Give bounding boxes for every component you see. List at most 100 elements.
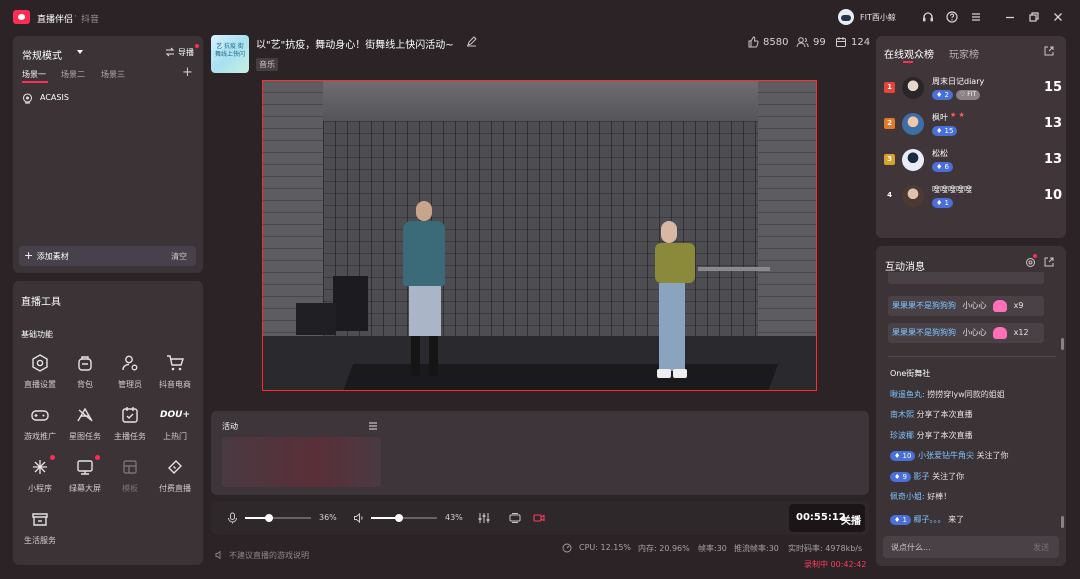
room-thumbnail[interactable]: 艺 抗疫 街舞线上快闪	[211, 35, 249, 73]
tool-paid-live[interactable]: 付费直播	[152, 455, 198, 494]
tool-template[interactable]: 模板	[107, 455, 153, 494]
backpack-icon	[73, 351, 97, 375]
clear-button[interactable]: 清空	[171, 251, 187, 262]
tool-green-screen[interactable]: 绿幕大屏	[62, 455, 108, 494]
chat-user: 小张爱钻牛角尖	[917, 451, 974, 460]
screen-mirror-icon[interactable]	[509, 512, 521, 524]
chat-input-placeholder: 说点什么...	[891, 543, 931, 552]
swap-icon[interactable]	[165, 47, 175, 57]
performance-icon	[562, 543, 572, 553]
chat-message: 啾遥鱼丸: 捞捞穿lyw同款的姐姐	[890, 389, 1005, 400]
mic-volume-slider[interactable]	[245, 514, 311, 522]
preview-area[interactable]	[262, 80, 817, 391]
avatar	[902, 113, 924, 135]
record-icon[interactable]	[533, 512, 545, 524]
mixer-icon[interactable]	[478, 512, 490, 524]
mic-volume-handle[interactable]	[264, 514, 273, 522]
user-avatar[interactable]	[838, 9, 854, 25]
level-badge: ♦ 10	[890, 451, 916, 461]
menu-icon[interactable]	[970, 11, 982, 23]
tools-panel: 直播工具 基础功能 直播设置 背包 管理员 抖音电商 游戏推广 星图任务 主播任…	[13, 281, 203, 565]
tool-life-service[interactable]: 生活服务	[17, 507, 63, 546]
tab-player-rank[interactable]: 玩家榜	[949, 46, 979, 61]
rank-row[interactable]: 3 松松 ♦ 6 13	[884, 146, 1064, 180]
end-live-button[interactable]: 00:55:12 关播	[789, 504, 865, 532]
guide-button[interactable]: 导播	[178, 47, 194, 58]
live-timer: 00:55:12	[796, 512, 846, 523]
chat-scrollbar-bottom[interactable]	[1061, 516, 1064, 528]
level-badge: ♦ 9	[890, 472, 911, 482]
speaker-volume-slider[interactable]	[371, 514, 437, 522]
chat-user: 啾遥鱼丸:	[890, 390, 925, 399]
send-button[interactable]: 发送	[1033, 542, 1049, 553]
edit-title-icon[interactable]	[466, 36, 477, 47]
popout-icon[interactable]	[1044, 46, 1054, 56]
scene-1-underline	[22, 81, 48, 83]
add-material-button[interactable]: + 添加素材	[24, 249, 69, 262]
tool-game-promo[interactable]: 游戏推广	[17, 403, 63, 442]
chat-input-box[interactable]: 说点什么... 发送	[883, 536, 1059, 558]
game-hint-link[interactable]: 不建议直播的游戏说明	[229, 550, 309, 561]
dou-plus-text: DOU+	[160, 410, 190, 420]
minimize-icon[interactable]	[1004, 11, 1016, 23]
chat-user: 椰子。。。	[913, 515, 946, 524]
tool-dou-plus[interactable]: DOU+ 上热门	[152, 403, 198, 442]
tab-online-audience[interactable]: 在线观众榜	[884, 46, 934, 61]
source-item[interactable]: ACASIS	[22, 92, 192, 106]
activity-menu-icon[interactable]	[368, 421, 378, 431]
tab-scene-2[interactable]: 场景二	[61, 69, 85, 80]
chat-message: 佩奇小姐: 好棒！	[890, 491, 951, 502]
chat-popout-icon[interactable]	[1044, 257, 1054, 267]
platform-name: 抖音	[81, 15, 100, 25]
end-live-label: 关播	[841, 516, 861, 527]
speaker-icon[interactable]	[353, 512, 365, 524]
green-screen-dot	[95, 455, 100, 460]
chat-text: 关注了你	[976, 451, 1009, 460]
tab-scene-3[interactable]: 场景三	[101, 69, 125, 80]
chat-scrollbar-top[interactable]	[1061, 338, 1064, 350]
rank-badge: 3	[884, 154, 895, 165]
app-logo-icon	[13, 10, 30, 24]
push-frame-rate: 推流帧率:30	[734, 544, 779, 553]
tool-star-map[interactable]: 星图任务	[62, 403, 108, 442]
tool-label: 小程序	[28, 484, 52, 493]
tab-scene-1[interactable]: 场景一	[22, 69, 46, 80]
chat-text: 分享了本次直播	[916, 410, 973, 419]
mini-program-icon	[28, 455, 52, 479]
paid-ticket-icon	[163, 455, 187, 479]
restore-icon[interactable]	[1028, 11, 1040, 23]
close-icon[interactable]	[1052, 11, 1064, 23]
rank-row[interactable]: 4 嗖嗖嗖嗖嗖 ♦ 1 10	[884, 182, 1064, 216]
chat-scroll-area[interactable]: 果果果不是狗狗狗 小心心 x9 果果果不是狗狗狗 小心心 x12 One街舞社 …	[880, 272, 1058, 532]
headset-icon[interactable]	[922, 11, 934, 23]
speaker-volume-handle[interactable]	[395, 514, 404, 522]
rank-name: 嗖嗖嗖嗖嗖	[932, 185, 972, 194]
microphone-icon[interactable]	[227, 512, 238, 524]
table	[698, 267, 770, 271]
activity-panel: 活动	[211, 411, 869, 495]
cpu-usage: CPU: 12.15%	[579, 543, 632, 552]
tab-active-underline	[903, 61, 913, 63]
tool-label: 直播设置	[24, 380, 56, 389]
tool-backpack[interactable]: 背包	[62, 351, 108, 390]
speaker-box	[333, 276, 368, 331]
tool-douyin-shop[interactable]: 抖音电商	[152, 351, 198, 390]
rank-row[interactable]: 2 枫叶 ★ ★ ♦ 15 13	[884, 110, 1064, 144]
chat-settings-icon[interactable]	[1025, 257, 1036, 268]
username[interactable]: FIT酉小鲸	[860, 12, 896, 23]
tool-admin[interactable]: 管理员	[107, 351, 153, 390]
admin-user-icon	[118, 351, 142, 375]
tool-mini-program[interactable]: 小程序	[17, 455, 63, 494]
tool-host-task[interactable]: 主播任务	[107, 403, 153, 442]
activity-banner[interactable]	[222, 437, 381, 487]
help-icon[interactable]	[946, 11, 958, 23]
add-scene-icon[interactable]: +	[182, 66, 193, 79]
level-value: 15	[944, 127, 954, 135]
tool-live-settings[interactable]: 直播设置	[17, 351, 63, 390]
rank-row[interactable]: 1 周末日记diary ♦ 2 ♡ FIT 15	[884, 74, 1064, 108]
level-value: 6	[944, 163, 949, 171]
mode-label[interactable]: 常规模式	[22, 47, 62, 62]
chevron-down-icon[interactable]	[77, 50, 83, 54]
plus-icon: +	[24, 249, 37, 262]
rank-score: 10	[1044, 188, 1063, 203]
